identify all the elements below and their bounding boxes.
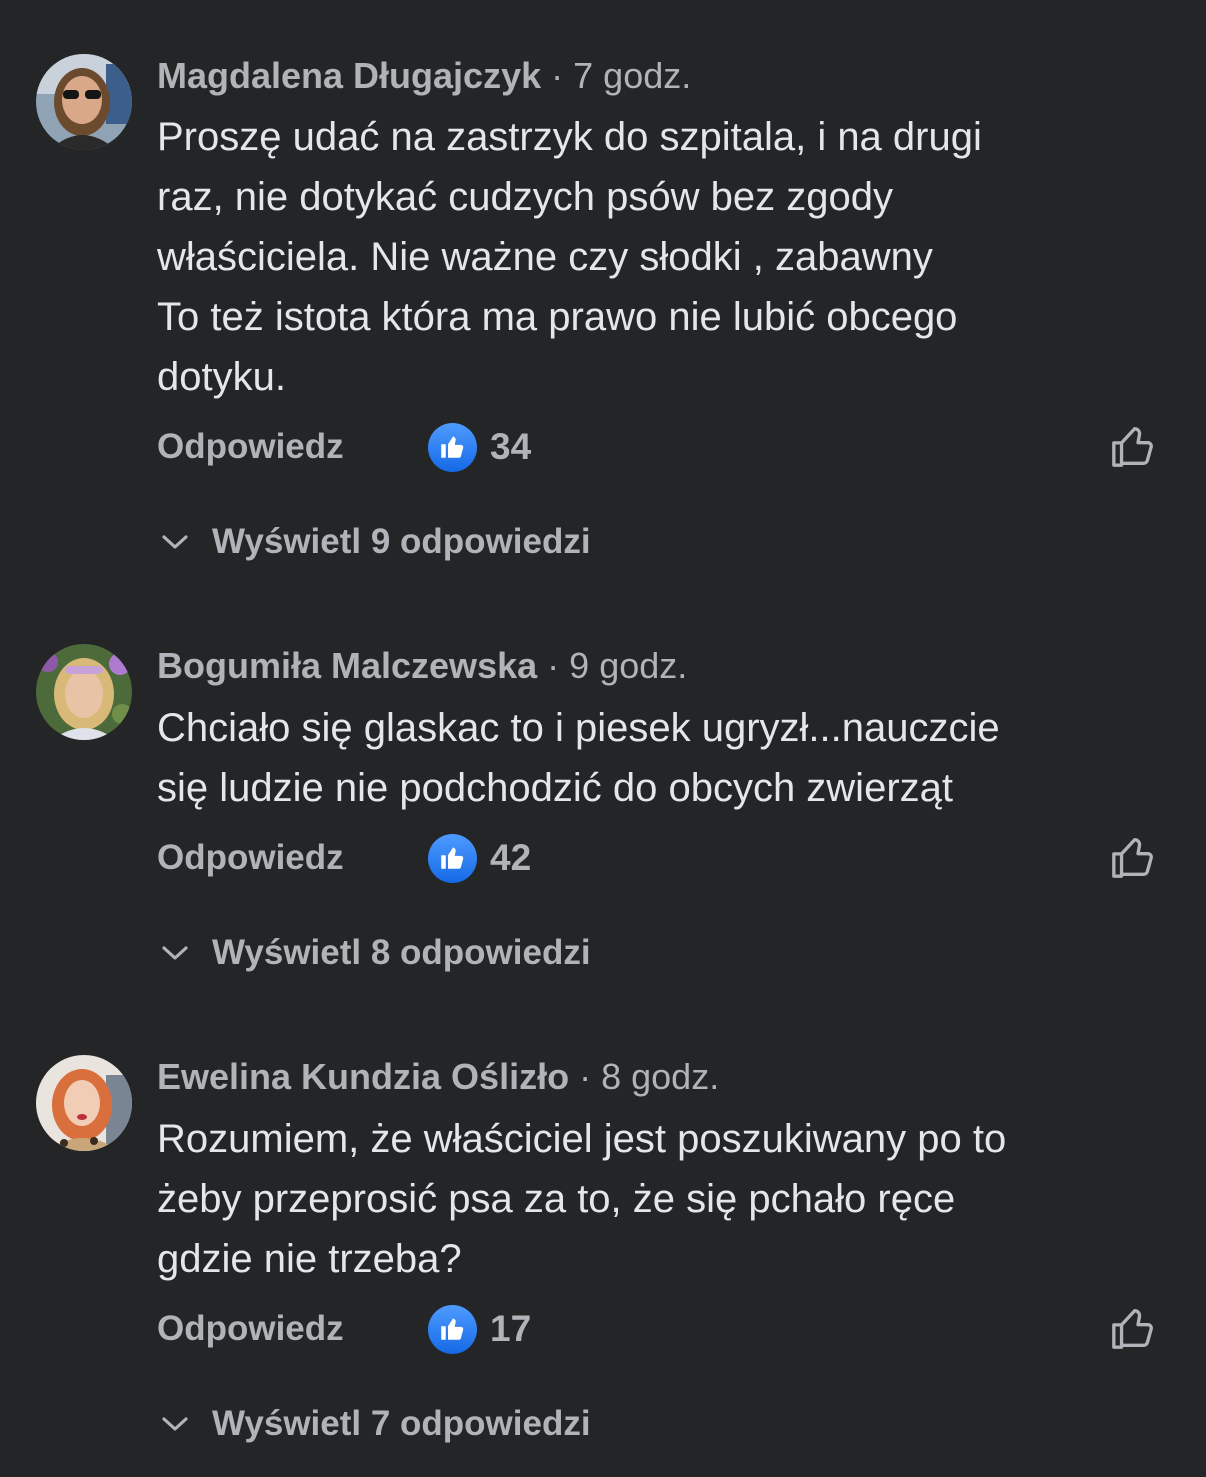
comment-text: Chciało się glaskac to i piesek ugryzł..… — [157, 706, 1000, 810]
timestamp[interactable]: 8 godz. — [601, 1056, 719, 1097]
view-replies-button[interactable]: Wyświetl 8 odpowiedzi — [157, 931, 637, 975]
reaction-count[interactable]: 42 — [490, 836, 531, 880]
view-replies-button[interactable]: Wyświetl 9 odpowiedzi — [157, 520, 637, 564]
like-button[interactable] — [1108, 832, 1158, 882]
avatar[interactable] — [36, 54, 132, 150]
thumbs-up-reaction-icon — [441, 847, 464, 869]
like-reaction-badge[interactable] — [428, 834, 477, 883]
chevron-down-icon — [162, 535, 188, 549]
author-name[interactable]: Ewelina Kundzia Oślizło — [157, 1056, 569, 1097]
thumbs-up-outline-icon — [1112, 838, 1153, 878]
reaction-count[interactable]: 34 — [490, 425, 531, 469]
timestamp[interactable]: 7 godz. — [573, 55, 691, 96]
author-name[interactable]: Bogumiła Malczewska — [157, 645, 537, 686]
comment-header: Magdalena Długajczyk · 7 godz. — [157, 54, 691, 98]
view-replies-label: Wyświetl 7 odpowiedzi — [212, 1404, 591, 1443]
like-reaction-badge[interactable] — [428, 1305, 477, 1354]
like-button[interactable] — [1108, 421, 1158, 471]
separator-dot: · — [551, 55, 564, 96]
comment-header: Bogumiła Malczewska · 9 godz. — [157, 644, 687, 688]
view-replies-button[interactable]: Wyświetl 7 odpowiedzi — [157, 1402, 637, 1446]
separator-dot: · — [547, 645, 560, 686]
thumbs-up-outline-icon — [1112, 1309, 1153, 1349]
comment-header: Ewelina Kundzia Oślizło · 8 godz. — [157, 1055, 719, 1099]
reply-button[interactable]: Odpowiedz — [157, 1307, 344, 1351]
avatar[interactable] — [36, 644, 132, 740]
avatar-photo-icon — [36, 54, 132, 150]
reply-button[interactable]: Odpowiedz — [157, 425, 344, 469]
comment-text: Proszę udać na zastrzyk do szpitala, i n… — [157, 115, 982, 399]
separator-dot: · — [579, 1056, 592, 1097]
comment-text: Rozumiem, że właściciel jest poszukiwany… — [157, 1117, 1007, 1281]
thumbs-up-reaction-icon — [441, 1318, 464, 1340]
author-name[interactable]: Magdalena Długajczyk — [157, 55, 541, 96]
like-reaction-badge[interactable] — [428, 423, 477, 472]
thumbs-up-reaction-icon — [441, 436, 464, 458]
reaction-count[interactable]: 17 — [490, 1307, 531, 1351]
avatar[interactable] — [36, 1055, 132, 1151]
reply-button[interactable]: Odpowiedz — [157, 836, 344, 880]
like-button[interactable] — [1108, 1303, 1158, 1353]
view-replies-label: Wyświetl 8 odpowiedzi — [212, 933, 591, 972]
thumbs-up-outline-icon — [1112, 427, 1153, 467]
view-replies-label: Wyświetl 9 odpowiedzi — [212, 522, 591, 561]
avatar-photo-icon — [36, 644, 132, 740]
avatar-photo-icon — [36, 1055, 132, 1151]
chevron-down-icon — [162, 946, 188, 960]
timestamp[interactable]: 9 godz. — [569, 645, 687, 686]
chevron-down-icon — [162, 1417, 188, 1431]
